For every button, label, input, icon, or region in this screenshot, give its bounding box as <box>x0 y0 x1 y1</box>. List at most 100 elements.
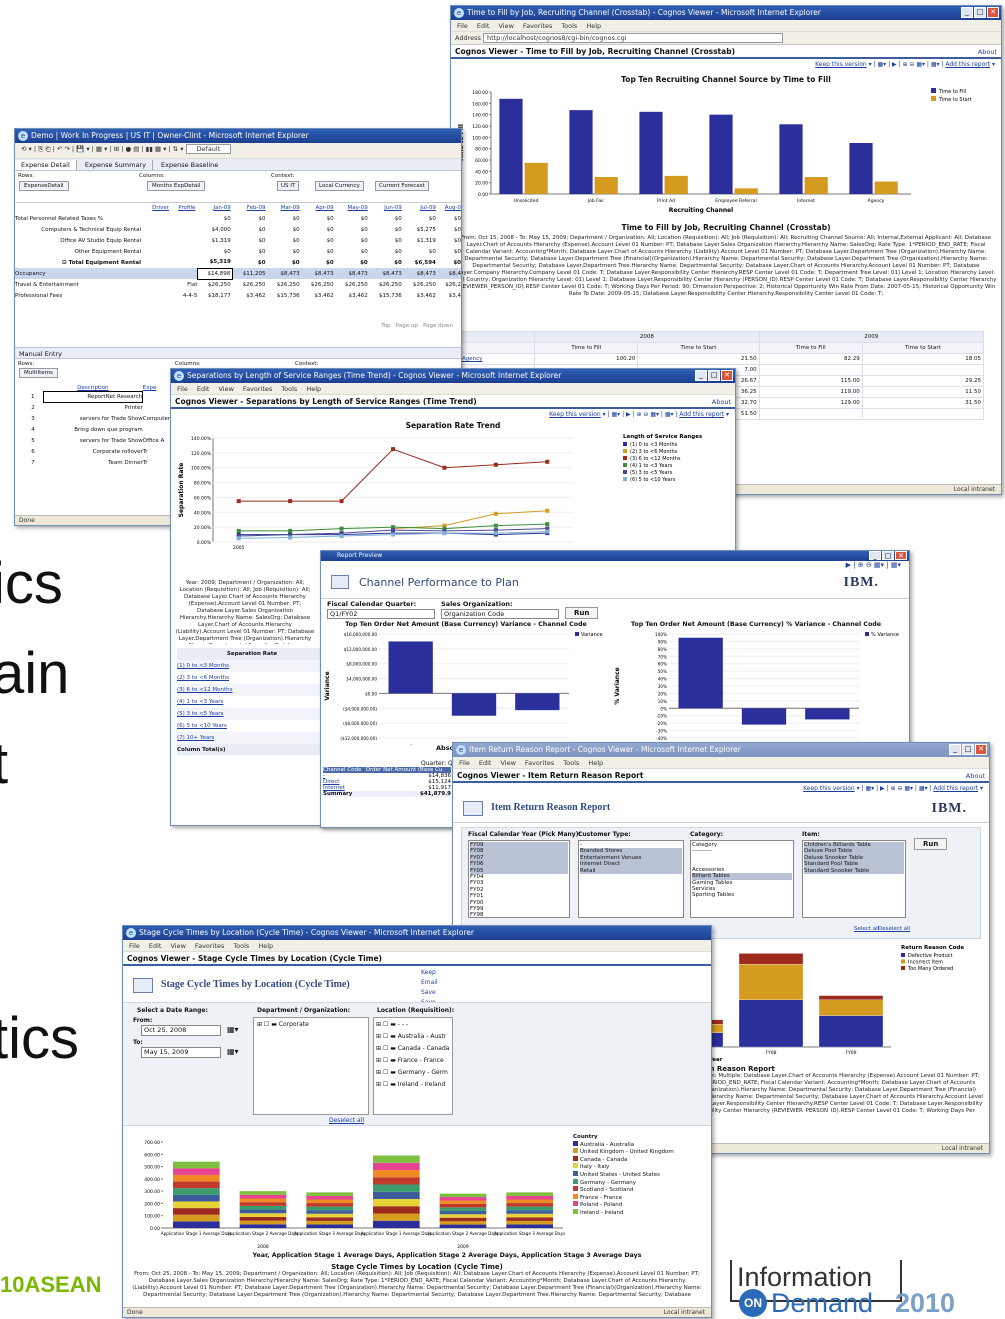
maximize-button[interactable]: □ <box>962 744 974 755</box>
value-cell[interactable]: $0 <box>438 235 461 246</box>
value-cell[interactable]: $26,2 <box>438 279 461 290</box>
value-cell[interactable]: $5,319 <box>197 257 232 268</box>
value-cell[interactable]: $0 <box>438 224 461 235</box>
location-item[interactable]: ⊞ ☐ ▬ Canada - Canada <box>376 1043 450 1055</box>
minimize-button[interactable]: _ <box>949 744 961 755</box>
to-date-input[interactable]: May 15, 2009 <box>141 1047 221 1058</box>
value-cell[interactable]: $15,736 <box>370 290 404 301</box>
location-item[interactable]: ⊞ ☐ ▬ Germany - Germ <box>376 1067 450 1079</box>
value-cell[interactable]: $0 <box>404 213 438 224</box>
menu-file[interactable]: File <box>459 759 470 767</box>
menu-view[interactable]: View <box>170 942 185 950</box>
value-cell[interactable]: $8,473 <box>302 268 336 279</box>
value-cell[interactable]: $3,4 <box>438 290 461 301</box>
maximize-button[interactable]: □ <box>708 370 720 381</box>
about-link[interactable]: About <box>966 769 985 781</box>
value-cell[interactable]: $0 <box>302 235 336 246</box>
department-item[interactable]: Corporate <box>279 1021 309 1028</box>
value-cell[interactable]: $0 <box>268 246 302 257</box>
list-option[interactable]: FY98 <box>470 912 568 917</box>
menu-edit[interactable]: Edit <box>197 385 210 393</box>
location-item[interactable]: ⊞ ☐ ▬ France - France <box>376 1055 450 1067</box>
value-cell[interactable]: $8,473 <box>404 268 438 279</box>
service-range-link[interactable]: (2) 3 to <6 Months <box>177 672 327 684</box>
context-currency[interactable]: Local Currency <box>315 181 364 191</box>
location-item[interactable]: ⊞ ☐ ▬ - - - <box>376 1019 450 1031</box>
column-header[interactable]: Profile <box>171 203 197 213</box>
value-cell[interactable]: $0 <box>438 246 461 257</box>
location-item[interactable]: ⊞ ☐ ▬ Australia - Austr <box>376 1031 450 1043</box>
maximize-button[interactable]: □ <box>882 551 894 560</box>
description-cell[interactable]: ReportNet Research <box>42 391 144 403</box>
calendar-icon[interactable]: ▦▾ <box>227 1025 239 1034</box>
value-cell[interactable]: $0 <box>336 257 370 268</box>
close-button[interactable]: ✕ <box>895 551 907 560</box>
run-button[interactable]: Run <box>914 838 948 850</box>
value-cell[interactable]: $0 <box>233 246 268 257</box>
pager-top[interactable]: Top <box>381 323 390 329</box>
value-cell[interactable]: $0 <box>336 235 370 246</box>
menu-view[interactable]: View <box>218 385 233 393</box>
menu-tools[interactable]: Tools <box>563 759 579 767</box>
value-cell[interactable]: $0 <box>302 213 336 224</box>
description-cell[interactable]: servers for Trade Show <box>43 436 143 447</box>
about-link[interactable]: About <box>712 395 731 407</box>
value-cell[interactable]: $0 <box>370 213 404 224</box>
value-cell[interactable]: $8,473 <box>336 268 370 279</box>
value-cell[interactable]: $0 <box>370 224 404 235</box>
value-cell[interactable]: $0 <box>268 257 302 268</box>
value-cell[interactable]: $0 <box>438 257 461 268</box>
menu-tools[interactable]: Tools <box>281 385 297 393</box>
keep-version-link[interactable]: Keep this version <box>549 411 601 418</box>
value-cell[interactable]: $0 <box>438 213 461 224</box>
value-cell[interactable]: $3,462 <box>302 290 336 301</box>
menu-file[interactable]: File <box>457 22 468 30</box>
add-report-link[interactable]: Add this report <box>933 785 978 792</box>
deselect-all-items[interactable]: Deselect all <box>878 926 910 932</box>
value-cell[interactable]: $11,205 <box>233 268 268 279</box>
item-listbox[interactable]: Children's Billiards Table Deluxe Pool Ta… <box>802 840 906 918</box>
minimize-button[interactable]: _ <box>961 7 973 18</box>
deselect-all-link[interactable]: Deselect all <box>329 1117 364 1124</box>
value-cell[interactable]: $8,473 <box>268 268 302 279</box>
column-header[interactable]: Mar-09 <box>268 203 302 213</box>
value-cell[interactable]: $3,462 <box>336 290 370 301</box>
value-cell[interactable]: $26,250 <box>302 279 336 290</box>
run-button[interactable]: Run <box>565 607 599 619</box>
value-cell[interactable]: $18,177 <box>197 290 232 301</box>
value-cell[interactable]: $26,250 <box>370 279 404 290</box>
value-cell[interactable]: $26,250 <box>233 279 268 290</box>
description-cell[interactable]: servers for Trade Show <box>43 414 143 425</box>
value-cell[interactable]: $0 <box>404 246 438 257</box>
value-cell[interactable]: $5,275 <box>404 224 438 235</box>
value-cell[interactable]: $0 <box>302 246 336 257</box>
menu-tools[interactable]: Tools <box>233 942 249 950</box>
service-range-link[interactable]: (5) 3 to <5 Years <box>177 708 327 720</box>
sales-org-select[interactable]: Organization Code <box>441 609 559 619</box>
context-scenario[interactable]: Current Forecast <box>375 181 429 191</box>
value-cell[interactable]: $0 <box>302 257 336 268</box>
menu-help[interactable]: Help <box>306 385 321 393</box>
minimize-button[interactable]: _ <box>695 370 707 381</box>
column-header[interactable]: Feb-09 <box>233 203 268 213</box>
column-header[interactable]: Jul-09 <box>404 203 438 213</box>
service-range-link[interactable]: (7) 10+ Years <box>177 732 327 744</box>
value-cell[interactable]: $8,473 <box>370 268 404 279</box>
maximize-button[interactable]: □ <box>974 7 986 18</box>
menu-file[interactable]: File <box>129 942 140 950</box>
add-report-link[interactable]: Add this report <box>945 61 990 68</box>
fiscal-quarter-select[interactable]: Q1/FY02 <box>327 609 435 619</box>
from-date-input[interactable]: Oct 25, 2008 <box>141 1025 221 1036</box>
add-report-link[interactable]: Add this report <box>679 411 724 418</box>
value-cell[interactable]: $8,4 <box>438 268 461 279</box>
tab-expense-summary[interactable]: Expense Summary <box>78 160 153 170</box>
column-header[interactable]: Aug-0 <box>438 203 461 213</box>
value-cell[interactable]: $0 <box>233 257 268 268</box>
column-header[interactable]: Jun-09 <box>370 203 404 213</box>
value-cell[interactable]: $0 <box>336 224 370 235</box>
description-cell[interactable]: Corporate rollover <box>43 447 143 458</box>
value-cell[interactable]: $26,250 <box>404 279 438 290</box>
value-cell[interactable]: $6,594 <box>404 257 438 268</box>
context-us-it[interactable]: US IT <box>277 181 300 191</box>
service-range-link[interactable]: (3) 6 to <12 Months <box>177 684 327 696</box>
